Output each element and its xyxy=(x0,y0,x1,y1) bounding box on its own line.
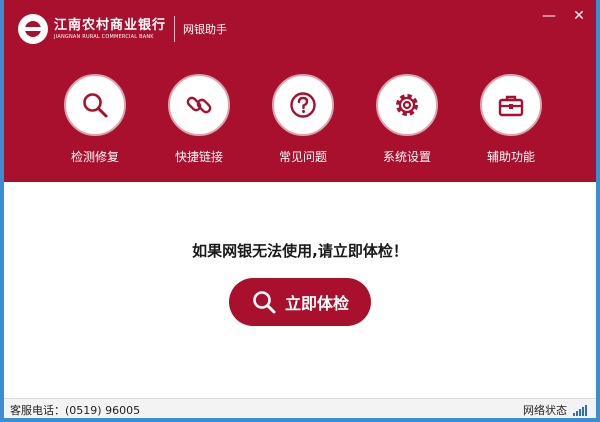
nav-icon-circle xyxy=(168,74,230,136)
network-status: 网络状态 xyxy=(523,402,588,418)
app-title: 网银助手 xyxy=(183,23,228,36)
search-icon xyxy=(253,291,276,314)
nav-item-accessibility[interactable]: 辅助功能 xyxy=(461,74,561,165)
nav-label: 常见问题 xyxy=(278,150,327,164)
network-status-label: 网络状态 xyxy=(523,404,567,417)
app-window: 江南农村商业银行 JIANGNAN RURAL COMMERCIAL BANK … xyxy=(4,0,596,418)
nav-label: 系统设置 xyxy=(382,150,431,164)
signal-icon xyxy=(573,404,588,416)
status-bar: 客服电话：(0519) 96005 网络状态 xyxy=(4,398,596,418)
nav-icon-circle xyxy=(64,74,126,136)
minimize-button[interactable]: — xyxy=(538,6,560,26)
bank-logo: 江南农村商业银行 JIANGNAN RURAL COMMERCIAL BANK … xyxy=(18,14,227,44)
nav-icon-circle xyxy=(480,74,542,136)
nav-item-quick-links[interactable]: 快捷链接 xyxy=(149,74,249,165)
question-icon xyxy=(290,92,316,118)
nav-label: 检测修复 xyxy=(70,150,119,164)
nav-item-faq[interactable]: 常见问题 xyxy=(253,74,353,165)
close-button[interactable]: ✕ xyxy=(568,6,590,26)
bank-name-cn: 江南农村商业银行 xyxy=(54,17,167,33)
nav-item-settings[interactable]: 系统设置 xyxy=(357,74,457,165)
bank-logo-mark xyxy=(18,14,48,44)
link-icon xyxy=(186,96,212,114)
title-divider xyxy=(174,16,176,42)
check-now-label: 立即体检 xyxy=(284,294,349,313)
search-icon xyxy=(83,93,108,118)
header: 江南农村商业银行 JIANGNAN RURAL COMMERCIAL BANK … xyxy=(4,0,596,182)
bank-name-en: JIANGNAN RURAL COMMERCIAL BANK xyxy=(54,33,154,40)
service-phone: 客服电话：(0519) 96005 xyxy=(10,404,141,417)
nav-label: 快捷链接 xyxy=(174,150,223,164)
check-now-button[interactable]: 立即体检 xyxy=(229,278,371,326)
nav-icon-circle xyxy=(376,74,438,136)
check-prompt: 如果网银无法使用,请立即体检！ xyxy=(192,242,408,260)
nav-icon-circle xyxy=(272,74,334,136)
bank-logo-text: 江南农村商业银行 JIANGNAN RURAL COMMERCIAL BANK xyxy=(54,19,166,40)
nav-label: 辅助功能 xyxy=(486,150,535,164)
toolbox-icon xyxy=(498,95,524,117)
nav-item-detect-repair[interactable]: 检测修复 xyxy=(45,74,145,165)
gear-icon xyxy=(396,94,418,116)
